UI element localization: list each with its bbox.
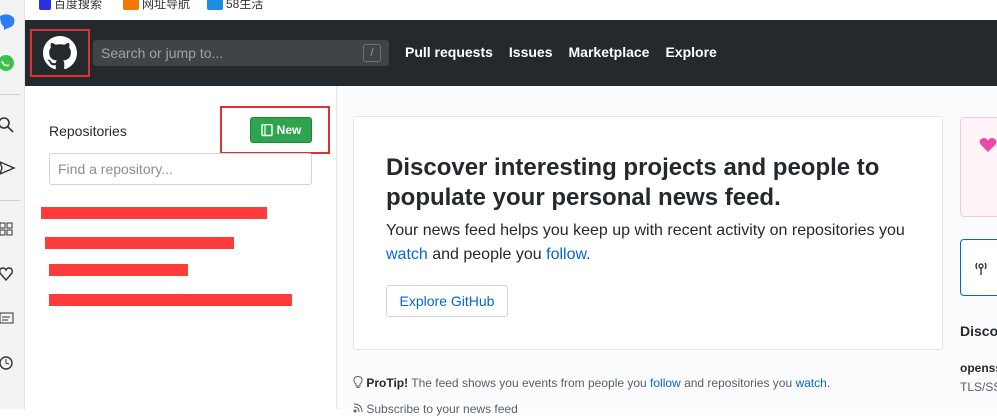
paw-icon xyxy=(39,0,51,10)
lightbulb-icon xyxy=(353,375,363,388)
find-repository-input[interactable] xyxy=(49,153,312,185)
clock-icon[interactable] xyxy=(0,355,16,371)
suggested-repo-description: TLS/SS xyxy=(960,380,997,394)
discover-description: Your news feed helps you keep up with re… xyxy=(386,222,905,263)
message-icon[interactable] xyxy=(0,311,16,327)
repositories-title: Repositories xyxy=(49,123,127,139)
apps-icon[interactable] xyxy=(0,222,16,238)
heart-icon[interactable] xyxy=(0,266,16,282)
protip: ProTip! The feed shows you events from p… xyxy=(353,375,830,390)
github-octocat-icon xyxy=(43,36,77,70)
redacted-repo-item[interactable] xyxy=(41,207,267,219)
sidebar-separator xyxy=(0,94,20,95)
new-button-label: New xyxy=(276,123,302,137)
bookmark-hao[interactable]: 网址导航 xyxy=(123,0,190,12)
nav-explore[interactable]: Explore xyxy=(665,44,716,60)
search-box[interactable]: / xyxy=(93,40,389,66)
header-nav: Pull requests Issues Marketplace Explore xyxy=(405,44,733,60)
discover-repos-heading: Discov xyxy=(960,323,997,339)
broadcast-card[interactable] xyxy=(960,239,997,296)
messenger-icon[interactable] xyxy=(0,14,16,30)
broadcast-icon xyxy=(975,262,987,275)
nav-marketplace[interactable]: Marketplace xyxy=(569,44,650,60)
bookmark-label: 网址导航 xyxy=(142,0,191,11)
sidebar-separator xyxy=(0,200,20,201)
sponsor-card[interactable] xyxy=(960,117,997,217)
suggested-repo-name[interactable]: openss xyxy=(960,361,997,375)
redacted-repo-item[interactable] xyxy=(49,294,292,306)
nav-issues[interactable]: Issues xyxy=(509,44,553,60)
github-header: / Pull requests Issues Marketplace Explo… xyxy=(25,20,997,86)
whatsapp-icon[interactable] xyxy=(0,55,16,71)
explore-github-button[interactable]: Explore GitHub xyxy=(386,285,508,317)
watch-link[interactable]: watch xyxy=(386,246,428,263)
bookmark-label: 百度搜索 xyxy=(54,0,103,11)
bookmark-58[interactable]: 58生活 xyxy=(207,0,263,12)
protip-label: ProTip! xyxy=(366,376,409,390)
rss-icon xyxy=(353,403,363,413)
redacted-repo-item[interactable] xyxy=(45,237,234,249)
nav-pull-requests[interactable]: Pull requests xyxy=(405,44,493,60)
58-icon xyxy=(207,0,223,10)
main-content: Discover interesting projects and people… xyxy=(337,86,960,416)
protip-watch-link[interactable]: watch xyxy=(795,376,826,390)
discover-card: Discover interesting projects and people… xyxy=(353,116,943,350)
new-repository-button[interactable]: New xyxy=(250,117,312,143)
heart-icon xyxy=(979,138,997,152)
follow-link[interactable]: follow xyxy=(546,246,586,263)
redacted-repo-item[interactable] xyxy=(49,264,188,276)
right-sidebar: Discov openss TLS/SS xyxy=(960,86,997,409)
bookmark-label: 58生活 xyxy=(226,0,264,11)
github-logo-link[interactable] xyxy=(30,29,90,77)
bookmarks-bar: 百度搜索 网址导航 58生活 xyxy=(25,0,997,20)
send-icon[interactable] xyxy=(0,160,16,176)
protip-follow-link[interactable]: follow xyxy=(650,376,681,390)
search-icon[interactable] xyxy=(0,117,16,133)
hao-icon xyxy=(123,0,139,10)
search-shortcut-key: / xyxy=(363,44,381,62)
browser-sidebar xyxy=(0,0,25,409)
search-input[interactable] xyxy=(93,40,389,66)
repositories-panel: Repositories New xyxy=(25,86,337,409)
discover-heading: Discover interesting projects and people… xyxy=(386,154,880,211)
repo-icon xyxy=(260,123,273,136)
subscribe-feed-link[interactable]: Subscribe to your news feed xyxy=(353,402,518,416)
bookmark-baidu[interactable]: 百度搜索 xyxy=(39,0,102,12)
